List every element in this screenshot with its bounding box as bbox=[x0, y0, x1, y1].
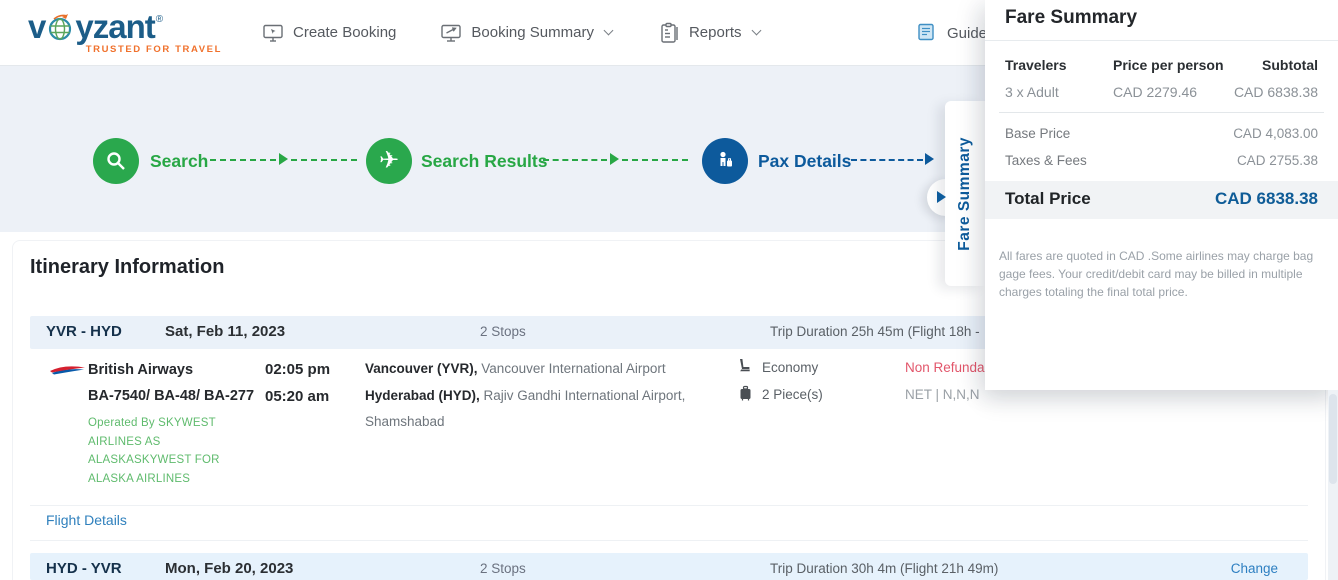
divider bbox=[30, 505, 1308, 506]
fare-summary-tab[interactable]: Fare Summary bbox=[945, 101, 985, 286]
passenger-icon bbox=[713, 149, 737, 173]
segment-stops: 2 Stops bbox=[480, 324, 526, 339]
segment-route: HYD - YVR bbox=[46, 560, 122, 577]
segment-date: Mon, Feb 20, 2023 bbox=[165, 560, 293, 577]
segment-stops: 2 Stops bbox=[480, 561, 526, 576]
depart-airport-name: Vancouver International Airport bbox=[478, 361, 666, 376]
total-price-label: Total Price bbox=[1005, 189, 1091, 209]
segment-duration: Trip Duration 30h 4m (Flight 21h 49m) bbox=[770, 561, 998, 576]
nav-reports-label: Reports bbox=[689, 24, 742, 41]
step-search-results-label[interactable]: Search Results bbox=[421, 151, 547, 172]
change-flight-link[interactable]: Change bbox=[1231, 561, 1278, 576]
segment-date: Sat, Feb 11, 2023 bbox=[165, 323, 285, 340]
plane-icon: ✈ bbox=[379, 149, 399, 173]
taxes-fees-label: Taxes & Fees bbox=[1005, 153, 1087, 168]
fare-disclaimer: All fares are quoted in CAD .Some airlin… bbox=[999, 247, 1323, 301]
arrive-airport-code: Hyderabad (HYD), bbox=[365, 388, 480, 403]
base-price-label: Base Price bbox=[1005, 126, 1070, 141]
brand-tagline: TRUSTED FOR TRAVEL bbox=[86, 44, 222, 55]
segment-header-return: HYD - YVR Mon, Feb 20, 2023 2 Stops Trip… bbox=[30, 553, 1308, 580]
cabin-class: Economy bbox=[762, 360, 818, 375]
step-search[interactable] bbox=[93, 138, 139, 184]
step-pax-details[interactable] bbox=[702, 138, 748, 184]
nav-guide-label: Guide bbox=[947, 25, 987, 42]
fare-summary-tab-label: Fare Summary bbox=[956, 137, 974, 251]
globe-icon bbox=[46, 13, 74, 41]
page: v voyzant yzant ® TRUSTED FOR TRAVEL bbox=[0, 0, 1338, 580]
scrollbar-track[interactable] bbox=[1328, 390, 1338, 580]
col-travelers: Travelers bbox=[1005, 57, 1067, 73]
seat-icon bbox=[737, 358, 752, 374]
depart-airport: Vancouver (YVR), Vancouver International… bbox=[365, 356, 700, 382]
fare-summary-title: Fare Summary bbox=[1005, 7, 1137, 29]
nav-reports[interactable]: Reports bbox=[658, 22, 760, 44]
stepper-connector bbox=[851, 159, 923, 161]
stepper-connector bbox=[291, 159, 357, 161]
british-airways-logo bbox=[48, 360, 88, 380]
brand-logo[interactable]: v voyzant yzant ® TRUSTED FOR TRAVEL bbox=[28, 10, 228, 55]
nav-booking-summary[interactable]: Booking Summary bbox=[440, 22, 612, 44]
nav-booking-summary-label: Booking Summary bbox=[471, 24, 594, 41]
stepper-connector bbox=[543, 159, 607, 161]
col-subtotal: Subtotal bbox=[1262, 57, 1318, 73]
flight-details-link[interactable]: Flight Details bbox=[46, 512, 127, 528]
chevron-down-icon bbox=[751, 26, 761, 36]
arrow-right-icon bbox=[925, 153, 934, 165]
taxes-fees-value: CAD 2755.38 bbox=[1237, 153, 1318, 168]
step-pax-details-label[interactable]: Pax Details bbox=[758, 151, 851, 172]
arrow-right-icon bbox=[279, 153, 288, 165]
divider bbox=[30, 540, 1308, 541]
nav-create-booking[interactable]: Create Booking bbox=[262, 22, 396, 44]
scrollbar-thumb[interactable] bbox=[1329, 394, 1337, 484]
col-price-per-person: Price per person bbox=[1113, 57, 1224, 73]
clipboard-icon bbox=[658, 22, 680, 44]
divider bbox=[999, 112, 1324, 113]
book-icon bbox=[916, 22, 938, 44]
monitor-booking-icon bbox=[262, 22, 284, 44]
arrive-time: 05:20 am bbox=[265, 388, 329, 405]
segment-duration: Trip Duration 25h 45m (Flight 18h - bbox=[770, 324, 980, 339]
luggage-icon bbox=[739, 385, 752, 401]
segment-route: YVR - HYD bbox=[46, 323, 122, 340]
fare-summary-panel: Fare Summary Travelers Price per person … bbox=[985, 0, 1338, 390]
search-icon bbox=[105, 150, 127, 172]
registered-mark: ® bbox=[156, 14, 163, 25]
nav-create-booking-label: Create Booking bbox=[293, 24, 396, 41]
stepper-connector bbox=[210, 159, 276, 161]
brand-name-left: v bbox=[28, 10, 45, 43]
stepper-connector bbox=[622, 159, 688, 161]
subtotal-value: CAD 6838.38 bbox=[1234, 84, 1318, 100]
chevron-down-icon bbox=[604, 26, 614, 36]
total-price-value: CAD 6838.38 bbox=[1215, 189, 1318, 209]
price-per-person-value: CAD 2279.46 bbox=[1113, 84, 1197, 100]
step-search-label[interactable]: Search bbox=[150, 151, 208, 172]
nav-guide[interactable]: Guide bbox=[916, 0, 987, 66]
depart-time: 02:05 pm bbox=[265, 361, 330, 378]
travelers-value: 3 x Adult bbox=[1005, 84, 1059, 100]
arrive-airport: Hyderabad (HYD), Rajiv Gandhi Internatio… bbox=[365, 383, 700, 435]
monitor-plane-icon bbox=[440, 22, 462, 44]
step-search-results[interactable]: ✈ bbox=[366, 138, 412, 184]
itinerary-title: Itinerary Information bbox=[30, 256, 224, 279]
operated-by-note: Operated By SKYWEST AIRLINES AS ALASKASK… bbox=[88, 414, 246, 488]
brand-name: yzant bbox=[75, 10, 154, 43]
flight-numbers: BA-7540/ BA-48/ BA-277 bbox=[88, 388, 254, 404]
base-price-value: CAD 4,083.00 bbox=[1233, 126, 1318, 141]
depart-airport-code: Vancouver (YVR), bbox=[365, 361, 478, 376]
airline-name: British Airways bbox=[88, 362, 193, 378]
divider bbox=[985, 40, 1338, 41]
baggage-allowance: 2 Piece(s) bbox=[762, 387, 823, 402]
arrow-right-icon bbox=[610, 153, 619, 165]
fare-basis: NET | N,N,N bbox=[905, 387, 980, 402]
